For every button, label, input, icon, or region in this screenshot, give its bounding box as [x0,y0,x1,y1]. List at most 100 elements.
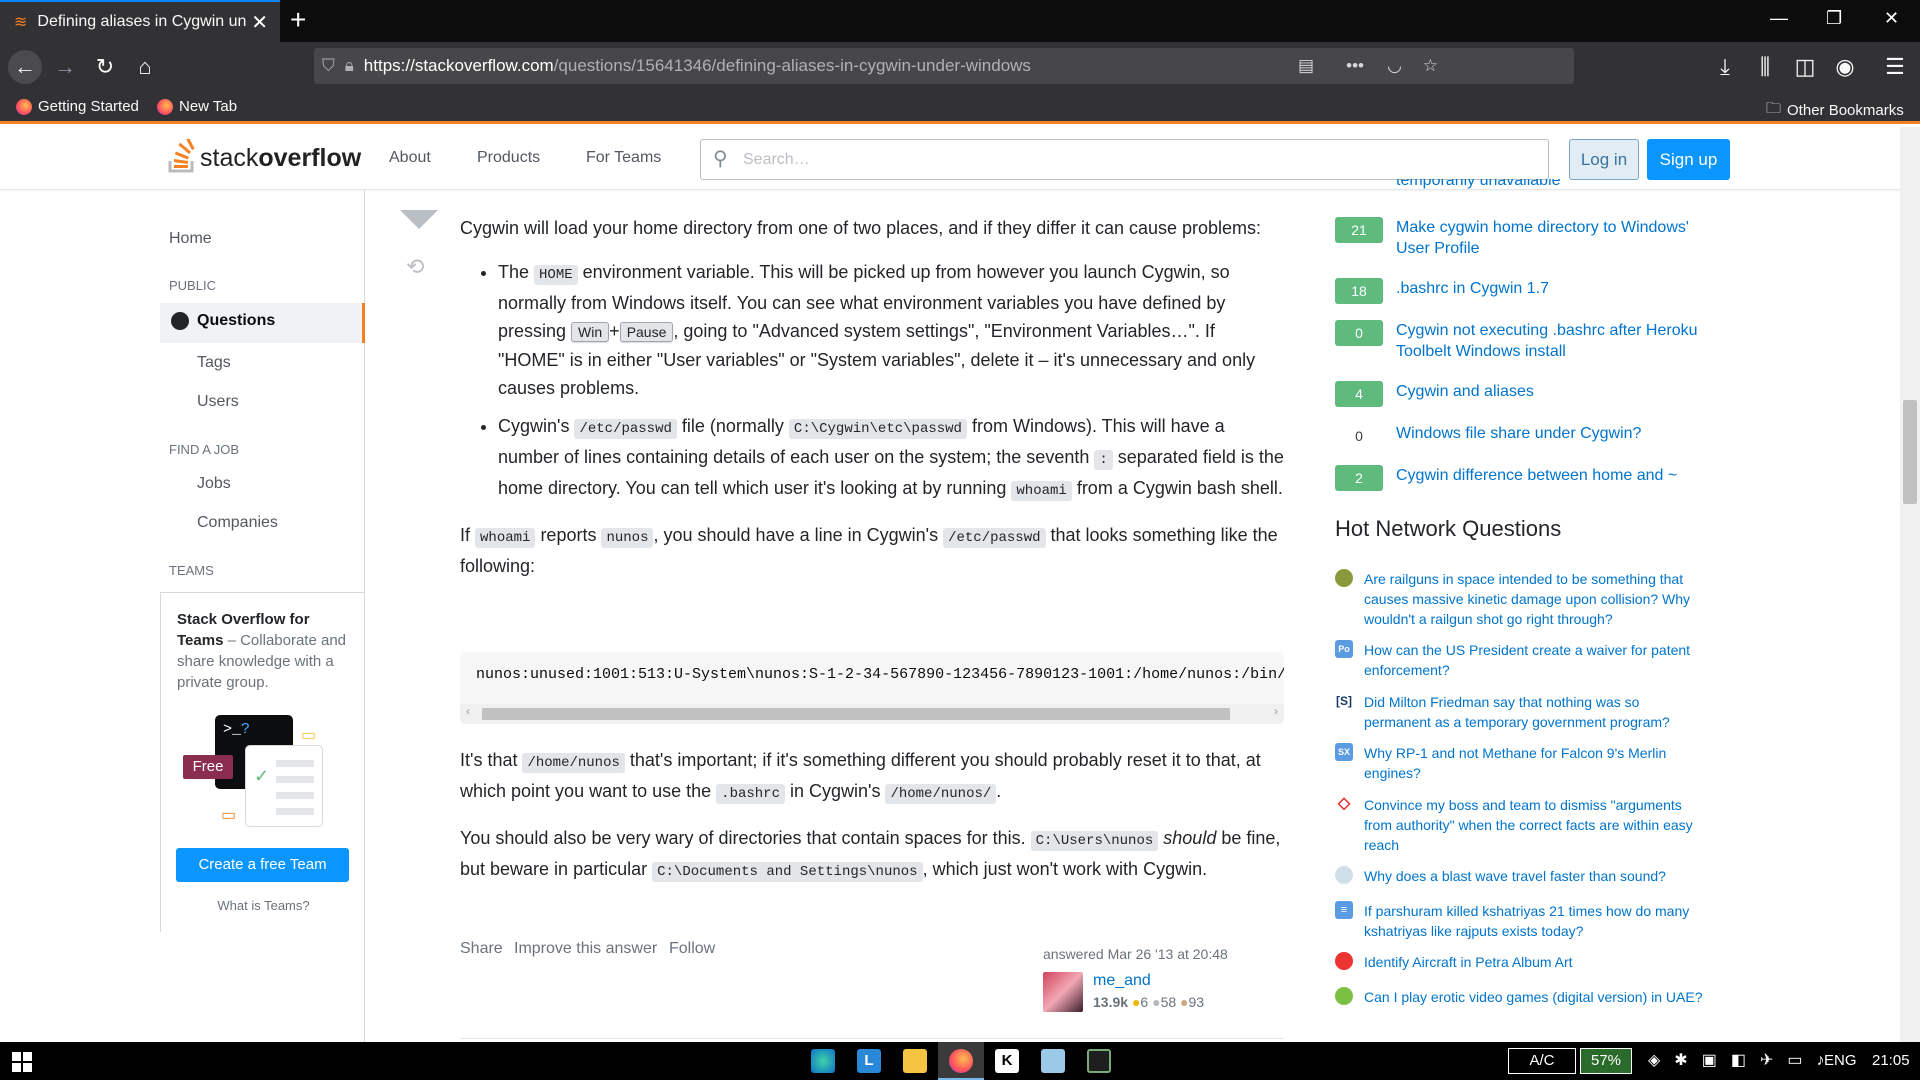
related-cut-text[interactable]: temporarily unavailable [1396,179,1561,191]
minimize-icon[interactable]: — [1770,8,1788,29]
answer-body-continued: It's that /home/nunos that's important; … [460,746,1284,902]
follow-link[interactable]: Follow [669,940,715,958]
hot-question[interactable]: Identify Aircraft in Petra Album Art [1335,952,1705,972]
related-question[interactable]: 2 Cygwin difference between home and ~ [1335,465,1706,491]
firefox-icon[interactable] [949,1049,973,1073]
hot-question[interactable]: Are railguns in space intended to be som… [1335,569,1705,629]
lync-icon[interactable]: L [857,1049,881,1073]
page-scrollbar-thumb[interactable] [1903,400,1917,504]
sidebar-icon[interactable]: ◫ [1788,50,1822,84]
nav-home[interactable]: Home [169,230,212,248]
hot-question[interactable]: Can I play erotic video games (digital v… [1335,987,1705,1007]
hot-question[interactable]: Why does a blast wave travel faster than… [1335,866,1705,886]
improve-answer-link[interactable]: Improve this answer [514,940,657,958]
scroll-left-icon[interactable]: ‹ [466,704,470,718]
inline-code: : [1094,450,1113,470]
hot-question[interactable]: ◇ Convince my boss and team to dismiss "a… [1335,795,1705,855]
bookmark-getting-started[interactable]: Getting Started [16,98,139,115]
pocket-icon[interactable]: ◡ [1387,56,1402,76]
nav-questions[interactable]: Questions [171,312,275,330]
post-divider [460,1038,1284,1039]
menu-icon[interactable]: ☰ [1878,50,1912,84]
edge-icon[interactable] [811,1049,835,1073]
what-is-teams-link[interactable]: What is Teams? [161,898,366,913]
app-icon[interactable] [1041,1049,1065,1073]
code-scroll-thumb[interactable] [482,708,1230,720]
lock-icon[interactable]: 🔒︎ [345,56,354,76]
clock[interactable]: 21:05 [1872,1052,1910,1069]
forward-icon[interactable]: → [48,50,82,84]
tray-icons[interactable]: ◈✱▣◧✈▭♪ [1648,1050,1838,1070]
code-horizontal-scrollbar[interactable]: ‹ › [460,704,1284,724]
terminal-app-icon[interactable] [1087,1049,1111,1073]
hot-question[interactable]: [S] Did Milton Friedman say that nothing … [1335,692,1705,732]
inline-code: HOME [534,265,578,285]
bookmark-star-icon[interactable]: ☆ [1423,56,1438,76]
nav-tags[interactable]: Tags [197,354,231,372]
language-indicator[interactable]: ENG [1824,1052,1857,1069]
related-question[interactable]: 21 Make cygwin home directory to Windows'… [1335,217,1706,259]
other-bookmarks[interactable]: 🗀︎ Other Bookmarks [1766,98,1904,123]
search-input[interactable]: ⚲ Search… [700,139,1549,180]
hot-question[interactable]: SX Why RP-1 and not Methane for Falcon 9'… [1335,743,1705,783]
scroll-right-icon[interactable]: › [1274,704,1278,718]
nav-for-teams[interactable]: For Teams [586,149,661,167]
window-close-icon[interactable]: ✕ [1884,8,1899,29]
signup-button[interactable]: Sign up [1647,139,1730,180]
nav-products[interactable]: Products [477,149,540,167]
related-question[interactable]: 0 Windows file share under Cygwin? [1335,423,1706,449]
app-icon[interactable]: K [995,1049,1019,1073]
chat-bubble-icon: ▭ [221,807,237,824]
url-path: /questions/15641346/defining-aliases-in-… [553,56,1031,75]
answer-count-badge: 2 [1335,465,1383,491]
bookmark-new-tab[interactable]: New Tab [157,98,237,115]
so-topbar: stack overflow About Products For Teams ⚲… [0,127,1900,190]
inline-code: /home/nunos/ [885,784,997,804]
share-link[interactable]: Share [460,940,503,958]
browser-tab-active[interactable]: ≋ Defining aliases in Cygwin under ✕ [0,0,280,42]
tracking-shield-icon[interactable]: ⛉ [322,56,335,76]
home-icon[interactable]: ⌂ [128,50,162,84]
inline-code: nunos [601,528,654,548]
reader-view-icon[interactable]: ▤ [1298,56,1314,76]
windows-start-icon[interactable] [12,1052,32,1072]
vote-down-button[interactable] [400,210,438,230]
nav-users[interactable]: Users [197,393,239,411]
close-tab-icon[interactable]: ✕ [251,10,268,35]
stackoverflow-logo[interactable]: stack overflow [168,139,361,173]
url-bar[interactable]: ⛉ 🔒︎ https://stackoverflow.com /question… [314,48,1574,84]
hot-question[interactable]: ≡ If parshuram killed kshatriyas 21 times… [1335,901,1705,941]
downvote-arrow-icon [400,210,438,229]
login-button[interactable]: Log in [1569,139,1639,180]
firefox-icon [16,98,32,115]
file-explorer-icon[interactable] [903,1049,927,1073]
related-question[interactable]: 18 .bashrc in Cygwin 1.7 [1335,278,1706,304]
teams-promo: Stack Overflow for Teams – Collaborate a… [160,592,365,932]
reload-icon[interactable]: ↻ [88,50,122,84]
kbd-key: Win [571,322,610,342]
code-block[interactable]: nunos:unused:1001:513:U-System\nunos:S-1… [460,652,1284,724]
hot-question[interactable]: Po How can the US President create a waiv… [1335,640,1705,680]
account-icon[interactable]: ◉ [1828,50,1862,84]
answer-paragraph: Cygwin will load your home directory fro… [460,218,1262,238]
library-icon[interactable]: ⫼ [1748,50,1782,84]
back-icon[interactable]: ← [8,50,42,84]
answer-paragraph: You should also be very wary of director… [460,828,1281,882]
history-icon[interactable]: ⟲ [406,254,424,280]
bronze-badge-icon: ● [1180,994,1189,1010]
nav-jobs[interactable]: Jobs [197,475,231,493]
restore-icon[interactable]: ❐ [1826,8,1842,29]
page-actions-icon[interactable]: ••• [1346,56,1364,76]
related-question[interactable]: 0 Cygwin not executing .bashrc after Hero… [1335,320,1706,362]
new-tab-icon[interactable]: + [290,4,306,36]
avatar[interactable] [1043,972,1083,1012]
create-team-button[interactable]: Create a free Team [176,848,349,882]
downloads-icon[interactable]: ⤓ [1708,50,1742,84]
nav-about[interactable]: About [389,149,431,167]
answer-user-card: answered Mar 26 '13 at 20:48 me_and 13.9… [1043,946,1283,1016]
page-scrollbar[interactable] [1900,127,1920,1042]
nav-companies[interactable]: Companies [197,514,278,532]
related-question[interactable]: 4 Cygwin and aliases [1335,381,1706,407]
user-name-link[interactable]: me_and [1093,972,1151,990]
inline-code: .bashrc [716,784,785,804]
